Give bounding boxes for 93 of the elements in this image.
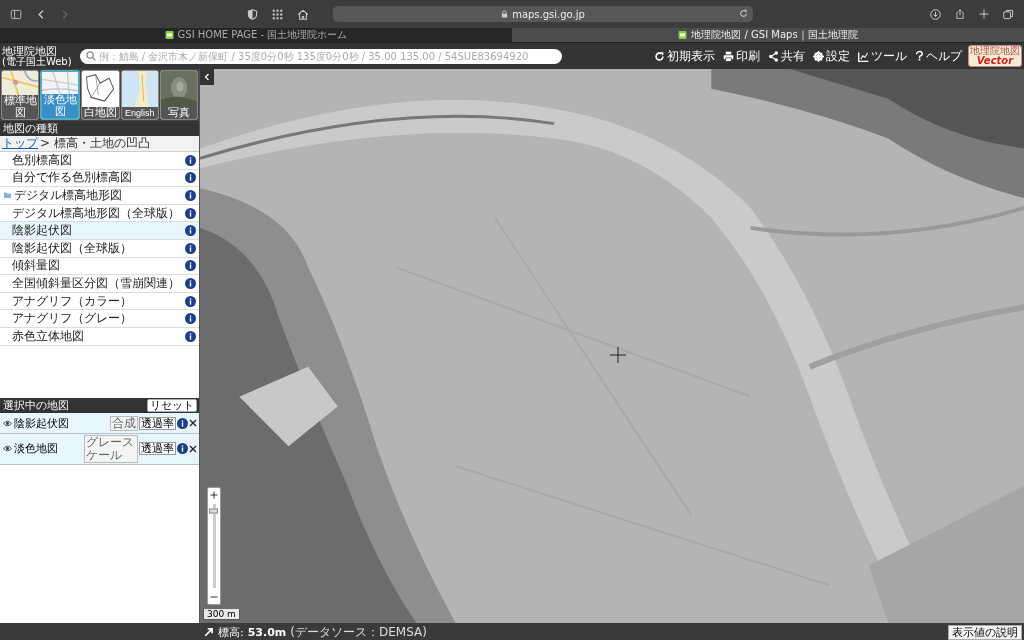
info-icon: [185, 154, 196, 166]
section-header: 地図の種類: [0, 121, 199, 136]
vector-badge[interactable]: 地理院地図 Vector: [968, 45, 1022, 67]
chart-icon: [858, 50, 869, 62]
section-header: 選択中の地図: [3, 398, 69, 414]
layer-name: 淡色地図: [14, 441, 59, 457]
url-text: maps.gsi.go.jp: [512, 8, 585, 20]
toolbar-button[interactable]: 印刷: [721, 47, 762, 65]
layer-option[interactable]: 合成: [110, 415, 138, 431]
search-field[interactable]: 例：鯖島 / 金沢市木ノ新保町 / 35度0分0秒 135度0分0秒 / 35.00 135.00 / 54SUE83694920: [79, 48, 562, 64]
explanation-button[interactable]: 表示値の説明: [948, 624, 1022, 640]
chevron-left-icon: [203, 72, 211, 82]
lock-icon: [501, 10, 509, 18]
basemap-button[interactable]: 白地図: [81, 70, 120, 120]
basemap-button[interactable]: English: [120, 70, 159, 120]
forward-icon: [60, 8, 70, 20]
browser-tab[interactable]: 地理院地図 / GSI Maps｜国土地理院: [512, 28, 1024, 42]
address-bar[interactable]: maps.gsi.go.jp: [333, 6, 753, 22]
info-icon: [185, 295, 196, 307]
zoom-slider-thumb[interactable]: [208, 508, 218, 514]
close-icon: [189, 444, 197, 453]
close-icon: [189, 419, 197, 428]
question-icon: [915, 50, 924, 62]
info-icon: [177, 443, 188, 455]
info-icon: [177, 417, 188, 429]
scale-bar: 300 m: [203, 609, 240, 620]
opacity-button[interactable]: 透過率: [139, 442, 176, 456]
site-logo-subtitle: (電子国土Web): [2, 56, 72, 67]
breadcrumb-link[interactable]: トップ: [2, 135, 38, 152]
back-icon: [36, 8, 46, 20]
map-type-item[interactable]: 陰影起伏図: [0, 222, 199, 240]
layer-name: 陰影起伏図: [14, 415, 70, 431]
toolbar-button[interactable]: ヘルプ: [913, 47, 964, 65]
sidebar-icon: [10, 8, 22, 20]
basemap-button[interactable]: 写真: [159, 70, 198, 120]
plus-icon: [210, 491, 218, 499]
download-icon: [930, 8, 941, 20]
eye-icon: [2, 444, 13, 454]
opacity-button[interactable]: 透過率: [139, 416, 176, 430]
info-icon: [185, 190, 196, 201]
home-icon: [297, 8, 309, 20]
toolbar-button[interactable]: 初期表示: [652, 47, 717, 65]
map-type-item[interactable]: 傾斜量図: [0, 257, 199, 276]
toolbar-button[interactable]: 共有: [766, 47, 807, 65]
printer-icon: [723, 50, 734, 62]
zoom-control[interactable]: [207, 487, 221, 605]
browser-tab[interactable]: GSI HOME PAGE - 国土地理院ホーム: [0, 28, 512, 42]
arrow-icon: [204, 627, 214, 637]
folder-icon: [3, 191, 12, 200]
share-icon: [768, 50, 779, 62]
elevation-value: 53.0m: [247, 625, 287, 639]
crosshair-icon: [610, 347, 626, 363]
grid-icon: [272, 8, 283, 20]
reset-button[interactable]: リセット: [147, 399, 197, 413]
map-type-item[interactable]: 全国傾斜量区分図（雪崩関連）: [0, 275, 199, 293]
reload-icon: [739, 9, 748, 18]
info-icon: [185, 242, 196, 254]
info-icon: [185, 313, 196, 325]
plus-icon: [979, 9, 989, 19]
shield-icon: [247, 8, 258, 20]
info-icon: [185, 277, 196, 289]
minus-icon: [210, 593, 218, 601]
map-type-item[interactable]: アナグリフ（カラー）: [0, 292, 199, 311]
map-type-item[interactable]: デジタル標高地形図: [0, 187, 199, 205]
toolbar-button[interactable]: 設定: [811, 47, 852, 65]
collapse-button[interactable]: [200, 69, 214, 85]
map-type-item[interactable]: 陰影起伏図（全球版）: [0, 239, 199, 258]
info-icon: [185, 207, 196, 219]
info-icon: [185, 260, 196, 272]
eye-icon: [2, 418, 13, 428]
site-icon: [678, 31, 688, 39]
share-icon: [955, 8, 965, 20]
toolbar-button[interactable]: ツール: [856, 47, 909, 65]
layer-row[interactable]: 陰影起伏図 合成 透過率: [0, 413, 199, 434]
basemap-button[interactable]: 標準地図: [1, 70, 40, 120]
site-logo-title: 地理院地図: [2, 45, 57, 57]
data-source: (データソース：DEMSA): [290, 623, 427, 640]
info-icon: [185, 225, 196, 237]
info-icon: [185, 330, 196, 342]
breadcrumb-current: > 標高・土地の凹凸: [40, 135, 150, 152]
elevation-label: 標高:: [218, 624, 244, 640]
basemap-button[interactable]: 淡色地図: [40, 70, 81, 120]
tabs-icon: [1003, 8, 1014, 20]
info-icon: [185, 172, 196, 184]
map-type-item[interactable]: 色別標高図: [0, 152, 199, 170]
site-icon: [164, 31, 174, 39]
search-icon: [85, 51, 96, 61]
reload-icon: [654, 50, 665, 62]
gear-icon: [813, 50, 824, 62]
layer-option[interactable]: グレースケール: [84, 434, 138, 463]
map-type-item[interactable]: 自分で作る色別標高図: [0, 169, 199, 188]
map-type-item[interactable]: 赤色立体地図: [0, 327, 199, 346]
map-type-item[interactable]: アナグリフ（グレー）: [0, 310, 199, 328]
